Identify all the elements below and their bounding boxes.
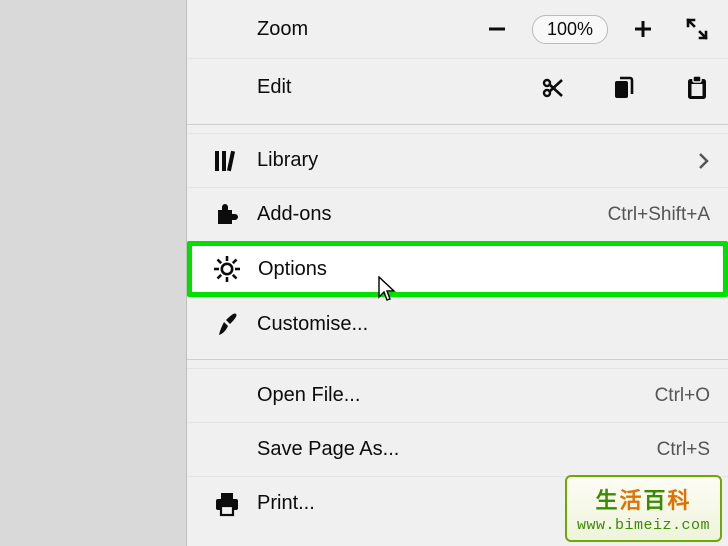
save-page-label: Save Page As... [257, 438, 399, 461]
library-icon [209, 149, 245, 173]
clipboard-icon [686, 75, 708, 101]
scissors-icon [541, 76, 565, 100]
options-label: Options [258, 258, 327, 281]
fullscreen-icon [685, 17, 709, 41]
save-page-shortcut: Ctrl+S [657, 439, 710, 461]
paintbrush-icon [209, 311, 245, 339]
edit-label: Edit [257, 76, 291, 99]
gear-icon [209, 255, 245, 283]
copy-icon [614, 76, 636, 100]
watermark-url: www.bimeiz.com [577, 517, 710, 534]
menu-item-addons[interactable]: Add-ons Ctrl+Shift+A [187, 187, 728, 241]
zoom-label: Zoom [257, 18, 308, 41]
menu-item-open-file[interactable]: Open File... Ctrl+O [187, 368, 728, 422]
customise-label: Customise... [257, 313, 368, 336]
menu-item-options[interactable]: Options [187, 241, 728, 297]
zoom-out-button[interactable] [484, 16, 510, 42]
menu-row-zoom: Zoom 100% [187, 0, 728, 58]
puzzle-icon [209, 202, 245, 228]
chevron-right-icon [698, 152, 710, 170]
paste-button[interactable] [684, 75, 710, 101]
minus-icon [486, 18, 508, 40]
library-label: Library [257, 149, 318, 172]
open-file-label: Open File... [257, 384, 360, 407]
menu-separator [187, 359, 728, 360]
fullscreen-button[interactable] [684, 16, 710, 42]
addons-shortcut: Ctrl+Shift+A [608, 204, 710, 226]
menu-row-edit: Edit [187, 58, 728, 116]
edit-controls [540, 75, 710, 101]
open-file-shortcut: Ctrl+O [655, 385, 710, 407]
menu-item-customise[interactable]: Customise... [187, 297, 728, 351]
menu-item-save-page[interactable]: Save Page As... Ctrl+S [187, 422, 728, 476]
menu-item-library[interactable]: Library [187, 133, 728, 187]
zoom-value[interactable]: 100% [532, 15, 608, 44]
plus-icon [632, 18, 654, 40]
copy-button[interactable] [612, 75, 638, 101]
addons-label: Add-ons [257, 203, 332, 226]
watermark-title: 生活百科 [595, 483, 691, 515]
menu-separator [187, 124, 728, 125]
watermark-badge: 生活百科 www.bimeiz.com [565, 475, 722, 542]
cut-button[interactable] [540, 75, 566, 101]
zoom-in-button[interactable] [630, 16, 656, 42]
printer-icon [209, 491, 245, 517]
print-label: Print... [257, 492, 315, 515]
browser-app-menu: Zoom 100% Edit [186, 0, 728, 546]
zoom-controls: 100% [484, 15, 710, 44]
